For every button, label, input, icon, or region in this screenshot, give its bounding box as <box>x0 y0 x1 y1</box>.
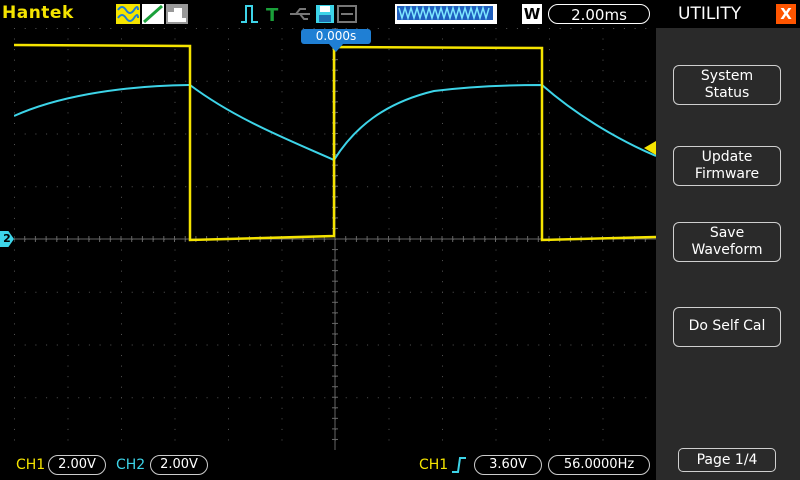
self-calibration-button[interactable]: Do Self Cal <box>673 307 781 347</box>
system-status-button[interactable]: System Status <box>673 65 781 105</box>
svg-text:T: T <box>266 5 279 24</box>
page-indicator-button[interactable]: Page 1/4 <box>678 448 776 472</box>
trigger-level-marker[interactable] <box>644 141 656 155</box>
button-label-line1: Save <box>709 225 745 241</box>
usb-icon <box>290 5 357 23</box>
trigger-time-offset[interactable]: 0.000s <box>301 29 371 44</box>
top-status-bar: Hantek T W 2.00ms <box>0 0 656 28</box>
menu-title-text: UTILITY <box>678 4 742 24</box>
waveform-type-icon[interactable] <box>116 4 196 24</box>
pulse-trigger-icon[interactable]: T <box>240 4 290 24</box>
bottom-status-bar: CH1 2.00V CH2 2.00V CH1 3.60V 56.0000Hz <box>0 450 656 480</box>
trigger-position-icon <box>329 44 343 52</box>
save-waveform-button[interactable]: Save Waveform <box>673 222 781 262</box>
ch2-scale[interactable]: 2.00V <box>150 455 208 475</box>
button-label-line2: Waveform <box>691 242 763 258</box>
utility-menu-panel: UTILITY X System Status Update Firmware … <box>656 0 800 480</box>
ch1-label: CH1 <box>16 457 46 473</box>
acquire-mode-badge: W <box>522 4 542 24</box>
ch2-ground-marker[interactable]: 2 <box>0 231 14 247</box>
trigger-source-label: CH1 <box>419 457 449 473</box>
waveform-display[interactable] <box>14 28 656 450</box>
button-label-line1: System <box>700 68 754 84</box>
timebase-display[interactable]: 2.00ms <box>548 4 650 24</box>
frequency-readout: 56.0000Hz <box>548 455 650 475</box>
ch1-trace <box>14 43 656 242</box>
ch1-scale[interactable]: 2.00V <box>48 455 106 475</box>
update-firmware-button[interactable]: Update Firmware <box>673 146 781 186</box>
rising-edge-icon <box>452 457 466 473</box>
ch2-label: CH2 <box>116 457 146 473</box>
brand-logo: Hantek <box>2 3 74 23</box>
button-label-line2: Status <box>704 85 750 101</box>
graticule <box>14 28 656 450</box>
button-label-line1: Update <box>701 149 753 165</box>
menu-title: UTILITY X <box>656 0 800 28</box>
button-label-line2: Firmware <box>694 166 760 182</box>
trigger-level-value[interactable]: 3.60V <box>474 455 542 475</box>
close-icon[interactable]: X <box>776 4 796 24</box>
button-label-line1: Do Self Cal <box>688 318 766 334</box>
memory-position-bar[interactable] <box>395 4 497 24</box>
